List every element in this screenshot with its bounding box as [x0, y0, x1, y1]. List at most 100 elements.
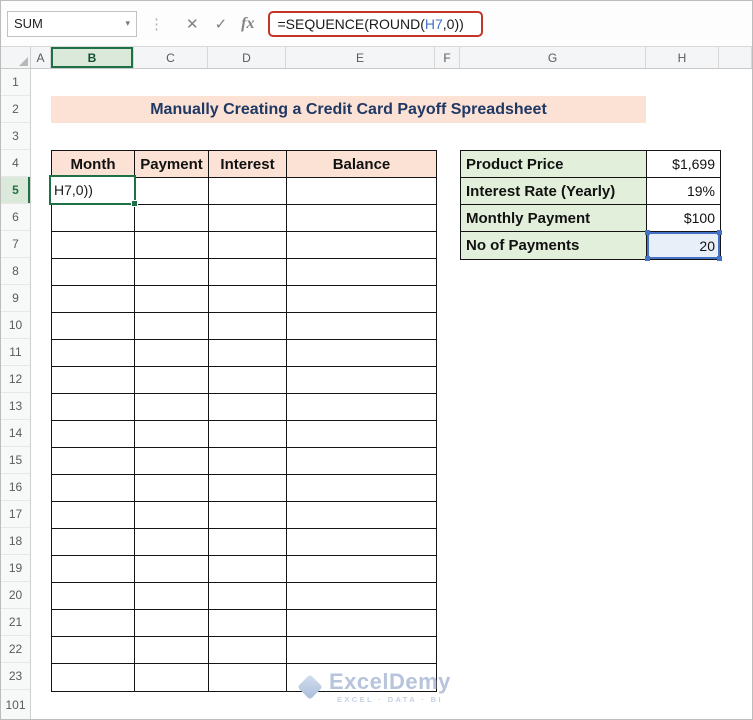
column-header-g[interactable]: G [460, 47, 646, 68]
row-header-18[interactable]: 18 [1, 528, 30, 555]
payoff-empty-cell[interactable] [52, 340, 135, 367]
payoff-empty-cell[interactable] [287, 475, 436, 502]
row-header-15[interactable]: 15 [1, 447, 30, 474]
payoff-empty-cell[interactable] [135, 448, 209, 475]
payoff-empty-cell[interactable] [287, 205, 436, 232]
payoff-empty-cell[interactable] [52, 367, 135, 394]
column-header-e[interactable]: E [286, 47, 435, 68]
payoff-empty-cell[interactable] [135, 205, 209, 232]
active-cell-b5[interactable]: H7,0)) [49, 175, 138, 207]
payoff-empty-cell[interactable] [135, 367, 209, 394]
payoff-empty-cell[interactable] [209, 637, 287, 664]
payoff-empty-cell[interactable] [135, 556, 209, 583]
payoff-empty-cell[interactable] [209, 556, 287, 583]
row-header-20[interactable]: 20 [1, 582, 30, 609]
column-header-b[interactable]: B [51, 47, 134, 68]
row-header-21[interactable]: 21 [1, 609, 30, 636]
row-header-101[interactable]: 101 [1, 690, 30, 719]
payoff-empty-cell[interactable] [209, 367, 287, 394]
payoff-empty-cell[interactable] [52, 313, 135, 340]
cancel-icon[interactable]: ✕ [186, 15, 199, 33]
label-monthly-payment[interactable]: Monthly Payment [461, 205, 647, 232]
payoff-empty-cell[interactable] [287, 502, 436, 529]
formula-input[interactable]: =SEQUENCE(ROUND(H7,0)) [268, 9, 752, 39]
payoff-empty-cell[interactable] [287, 178, 436, 205]
payoff-empty-cell[interactable] [52, 610, 135, 637]
row-header-8[interactable]: 8 [1, 258, 30, 285]
payoff-empty-cell[interactable] [209, 259, 287, 286]
row-header-3[interactable]: 3 [1, 123, 30, 150]
column-header-a[interactable]: A [31, 47, 51, 68]
row-header-17[interactable]: 17 [1, 501, 30, 528]
payoff-empty-cell[interactable] [135, 502, 209, 529]
value-monthly-payment[interactable]: $100 [647, 205, 720, 232]
payoff-empty-cell[interactable] [209, 529, 287, 556]
worksheet-title-cell[interactable]: Manually Creating a Credit Card Payoff S… [51, 96, 646, 123]
payoff-empty-cell[interactable] [287, 340, 436, 367]
payoff-empty-cell[interactable] [52, 502, 135, 529]
payoff-empty-cell[interactable] [287, 421, 436, 448]
payoff-empty-cell[interactable] [52, 394, 135, 421]
payoff-empty-cell[interactable] [209, 313, 287, 340]
payoff-header-balance[interactable]: Balance [287, 151, 436, 178]
row-header-16[interactable]: 16 [1, 474, 30, 501]
payoff-empty-cell[interactable] [135, 664, 209, 691]
payoff-empty-cell[interactable] [209, 502, 287, 529]
row-header-11[interactable]: 11 [1, 339, 30, 366]
cell-h7-referenced[interactable]: 20 [645, 230, 722, 261]
payoff-empty-cell[interactable] [209, 286, 287, 313]
row-header-10[interactable]: 10 [1, 312, 30, 339]
payoff-empty-cell[interactable] [287, 232, 436, 259]
payoff-empty-cell[interactable] [135, 313, 209, 340]
payoff-empty-cell[interactable] [135, 259, 209, 286]
payoff-empty-cell[interactable] [209, 205, 287, 232]
row-header-9[interactable]: 9 [1, 285, 30, 312]
payoff-empty-cell[interactable] [209, 340, 287, 367]
payoff-empty-cell[interactable] [52, 637, 135, 664]
payoff-empty-cell[interactable] [287, 610, 436, 637]
payoff-empty-cell[interactable] [135, 178, 209, 205]
payoff-empty-cell[interactable] [287, 394, 436, 421]
payoff-empty-cell[interactable] [135, 232, 209, 259]
row-header-13[interactable]: 13 [1, 393, 30, 420]
payoff-header-interest[interactable]: Interest [209, 151, 287, 178]
payoff-empty-cell[interactable] [135, 475, 209, 502]
enter-icon[interactable]: ✓ [215, 15, 228, 33]
payoff-empty-cell[interactable] [287, 448, 436, 475]
row-header-2[interactable]: 2 [1, 96, 30, 123]
payoff-header-month[interactable]: Month [52, 151, 135, 178]
payoff-empty-cell[interactable] [209, 178, 287, 205]
payoff-empty-cell[interactable] [135, 610, 209, 637]
payoff-empty-cell[interactable] [287, 367, 436, 394]
payoff-empty-cell[interactable] [209, 664, 287, 691]
payoff-empty-cell[interactable] [287, 286, 436, 313]
payoff-empty-cell[interactable] [287, 637, 436, 664]
chevron-down-icon[interactable]: ▾ [125, 18, 130, 29]
payoff-empty-cell[interactable] [287, 313, 436, 340]
payoff-empty-cell[interactable] [52, 259, 135, 286]
column-header-f[interactable]: F [435, 47, 460, 68]
payoff-empty-cell[interactable] [135, 637, 209, 664]
payoff-empty-cell[interactable] [135, 529, 209, 556]
select-all-corner[interactable] [1, 47, 31, 68]
row-header-22[interactable]: 22 [1, 636, 30, 663]
payoff-empty-cell[interactable] [52, 205, 135, 232]
payoff-empty-cell[interactable] [52, 664, 135, 691]
payoff-empty-cell[interactable] [209, 421, 287, 448]
payoff-empty-cell[interactable] [52, 556, 135, 583]
payoff-header-payment[interactable]: Payment [135, 151, 209, 178]
payoff-empty-cell[interactable] [52, 232, 135, 259]
payoff-empty-cell[interactable] [135, 394, 209, 421]
row-header-4[interactable]: 4 [1, 150, 30, 177]
label-no-of-payments[interactable]: No of Payments [461, 232, 647, 259]
payoff-empty-cell[interactable] [135, 286, 209, 313]
payoff-empty-cell[interactable] [287, 259, 436, 286]
row-header-14[interactable]: 14 [1, 420, 30, 447]
name-box[interactable]: SUM ▾ [7, 10, 137, 37]
payoff-empty-cell[interactable] [287, 529, 436, 556]
insert-function-icon[interactable]: fx [241, 15, 254, 33]
payoff-empty-cell[interactable] [287, 583, 436, 610]
value-interest-rate[interactable]: 19% [647, 178, 720, 205]
column-header-c[interactable]: C [134, 47, 208, 68]
payoff-empty-cell[interactable] [52, 421, 135, 448]
